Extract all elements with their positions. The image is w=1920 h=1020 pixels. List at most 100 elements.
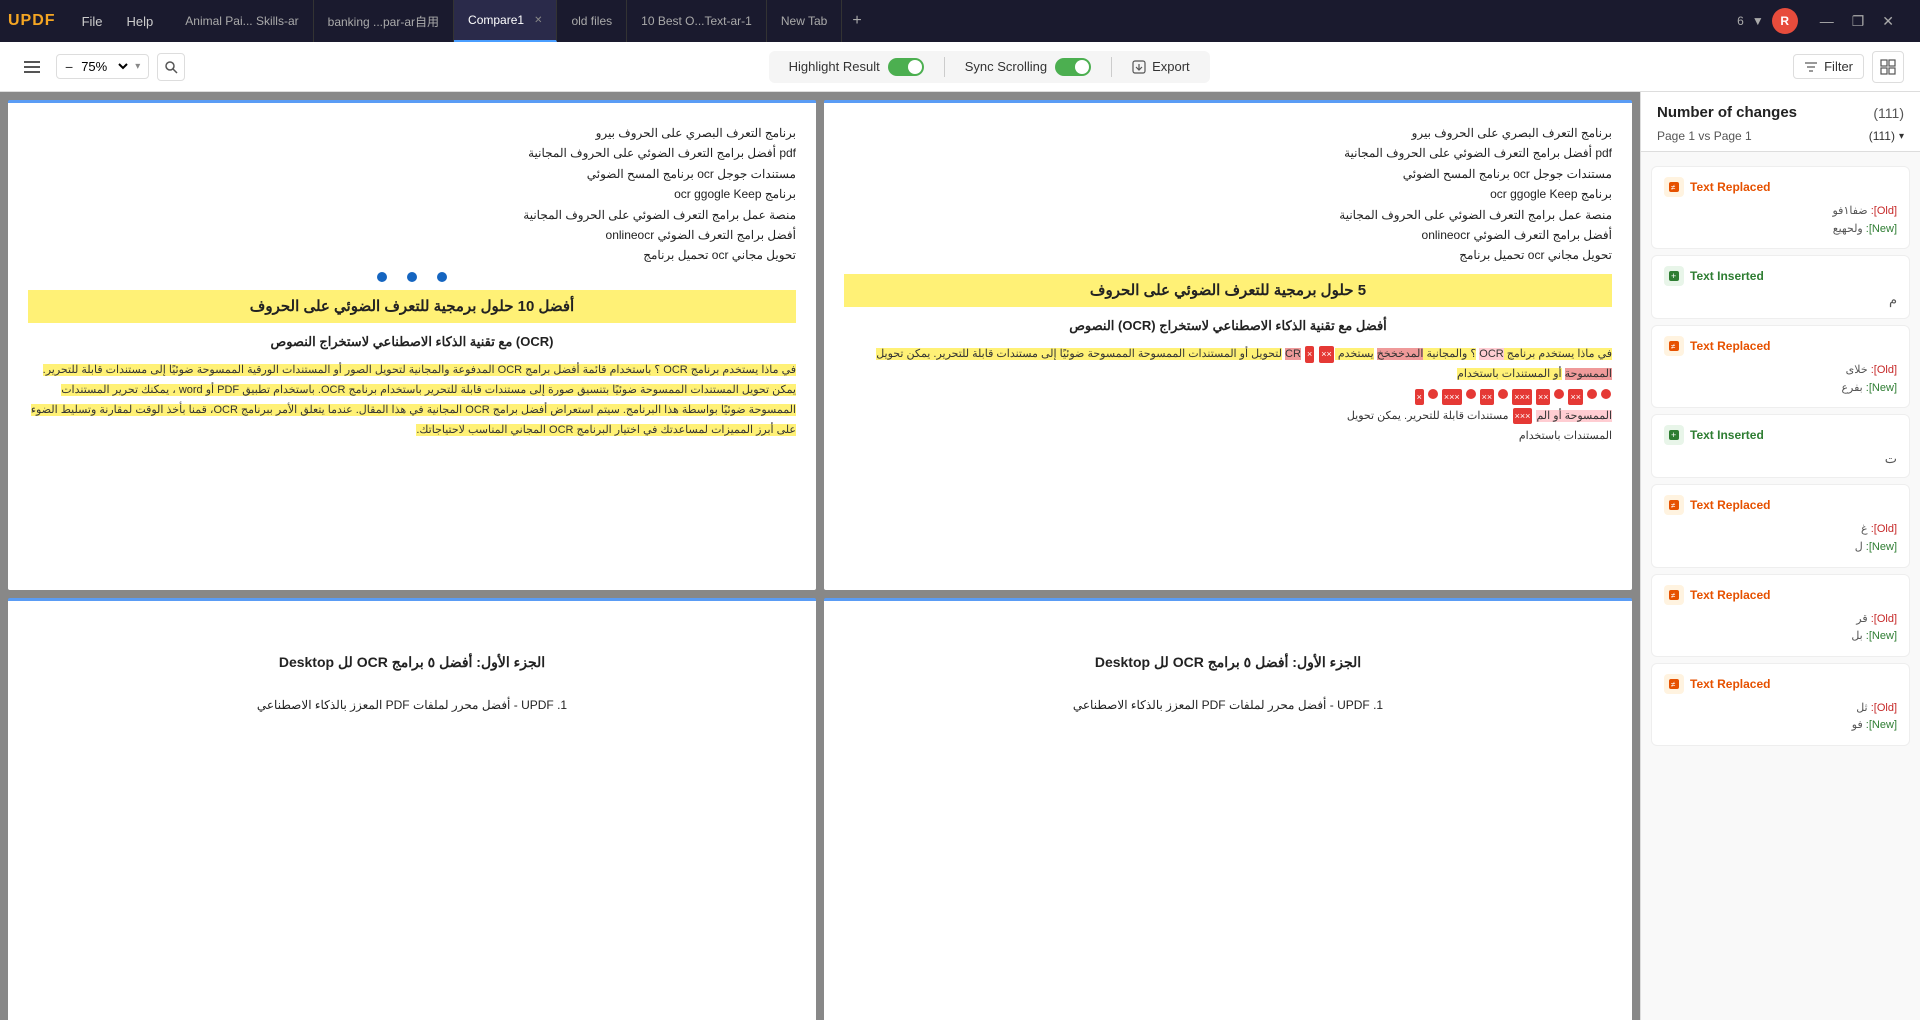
right-body-end: المستندات باستخدام [844,427,1612,447]
highlighted-body-right: في ماذا يستخدم برنامج [1504,348,1612,360]
toolbar-center-inner: Highlight Result Sync Scrolling Export [769,51,1210,83]
left-subheading: (OCR) مع تقنية الذكاء الاصطناعي لاستخراج… [28,331,796,353]
deleted-inline: المدخخخخ [1377,348,1424,360]
app-logo: UPDF [8,12,56,30]
tab-label: New Tab [781,14,827,28]
tab-count: 6 [1737,14,1744,28]
change-detail-3: [Old]: خلاى [New]: بفرع [1664,362,1897,397]
page-text-right: برنامج التعرف البصري على الحروف بيرو pdf… [844,123,1612,447]
menu-help[interactable]: Help [117,10,164,33]
view-toggle-button[interactable] [1872,51,1904,83]
old-text-6: قر [1856,613,1867,625]
marker-dot [1601,389,1611,399]
change-item-6[interactable]: ≠ Text Replaced [Old]: قر [New]: بل [1651,574,1910,657]
left-section-sub: 1. UPDF - أفضل محرر لملفات PDF المعزز با… [28,695,796,715]
main-area: برنامج التعرف البصري على الحروف بيرو pdf… [0,92,1920,1020]
line-item: تحويل مجاني ocr تحميل برنامج [28,245,796,265]
right-lines: برنامج التعرف البصري على الحروف بيرو pdf… [844,123,1612,266]
new-value-6: [New]: [1866,630,1897,642]
inserted-icon-4: + [1664,425,1684,445]
change-item-3[interactable]: ≠ Text Replaced [Old]: خلاى [New]: بفرع [1651,325,1910,408]
search-toolbar-button[interactable] [157,53,185,81]
tab-banking[interactable]: banking ...par-ar自用 [314,0,454,42]
new-value-3: [New]: [1866,382,1897,394]
chevron-down-icon[interactable]: ▾ [1899,131,1904,142]
blue-dots-row [28,272,796,282]
maximize-button[interactable]: ❐ [1846,11,1871,32]
change-type-label-7: Text Replaced [1690,677,1770,691]
tab-old-files[interactable]: old files [557,0,627,42]
toolbar-center: Highlight Result Sync Scrolling Export [197,51,1781,83]
tab-label: old files [571,14,612,28]
right-subheading: أفضل مع تقنية الذكاء الاصطناعي لاستخراج … [844,315,1612,337]
marker-dot [1466,389,1476,399]
right-body-line: الممسوحة أو الم ××× مستندات قابلة للتحري… [1347,410,1612,422]
change-type-row-7: ≠ Text Replaced [1664,674,1897,694]
page-compare-row: Page 1 vs Page 1 (111) ▾ [1657,129,1904,143]
line-item: أفضل برامج التعرف الضوئي onlineocr [844,225,1612,245]
change-item-2[interactable]: + Text Inserted م [1651,255,1910,319]
sync-scrolling-toggle[interactable] [1055,58,1091,76]
tab-label: banking ...par-ar自用 [328,13,439,30]
tab-compare1[interactable]: Compare1 ✕ [454,0,557,42]
change-item-1[interactable]: ≠ Text Replaced [Old]: ضفا١فو [New]: ولح… [1651,166,1910,249]
pdf-area[interactable]: برنامج التعرف البصري على الحروف بيرو pdf… [0,92,1640,1020]
panel-changes[interactable]: ≠ Text Replaced [Old]: ضفا١فو [New]: ولح… [1641,152,1920,1020]
svg-text:≠: ≠ [1671,680,1676,689]
close-icon[interactable]: ✕ [534,15,542,26]
new-value-7: [New]: [1866,719,1897,731]
change-type-label-3: Text Replaced [1690,339,1770,353]
right-panel: Number of changes (111) Page 1 vs Page 1… [1640,92,1920,1020]
xx-marker: ××× [1513,408,1533,424]
change-type-row-2: + Text Inserted [1664,266,1897,286]
left-section-title: الجزء الأول: أفضل ٥ برامج OCR لل Desktop [28,651,796,675]
change-inserted-4: ت [1664,451,1897,467]
tab-10best[interactable]: 10 Best O...Text-ar-1 [627,0,767,42]
toolbar: − 75% 50% 100% 150% ▾ Highlight Result [0,42,1920,92]
change-type-row: ≠ Text Replaced [1664,177,1897,197]
svg-text:+: + [1671,430,1676,440]
change-item-7[interactable]: ≠ Text Replaced [Old]: ثل [New]: فو [1651,663,1910,746]
menu-bar: File Help [72,10,164,33]
filter-button[interactable]: Filter [1793,54,1864,79]
normal-text-5: مستندات قابلة للتحرير. يمكن تحويل [1347,410,1509,422]
xx-marker-2: × [1305,346,1314,362]
line-item: pdf أفضل برامج التعرف الضوئي على الحروف … [28,143,796,163]
toolbar-right: Filter [1793,51,1904,83]
marker-dot [1554,389,1564,399]
titlebar: UPDF File Help Animal Pai... Skills-ar b… [0,0,1920,42]
xx-marker: ×× [1568,389,1583,405]
xx-marker: ××× [1442,389,1462,405]
left-page2-content: الجزء الأول: أفضل ٥ برامج OCR لل Desktop… [28,651,796,715]
tab-new-tab[interactable]: New Tab [767,0,842,42]
menu-file[interactable]: File [72,10,113,33]
xx-marker: ××× [1512,389,1532,405]
pdf-row-1: برنامج التعرف البصري على الحروف بيرو pdf… [8,100,1632,590]
tab-dropdown-icon[interactable]: ▼ [1752,14,1764,28]
pdf-page-left-2: الجزء الأول: أفضل ٥ برامج OCR لل Desktop… [8,598,816,1020]
minimize-button[interactable]: — [1814,11,1840,32]
change-item-5[interactable]: ≠ Text Replaced [Old]: غ [New]: ل [1651,484,1910,567]
blue-dot [407,272,417,282]
tab-label: Compare1 [468,13,524,27]
divider-1 [944,57,945,77]
old-value-7: [Old]: [1871,702,1897,714]
layers-button[interactable] [16,51,48,83]
xx-marker: ×× [1480,389,1495,405]
new-tab-button[interactable]: + [842,12,871,30]
toolbar-left: − 75% 50% 100% 150% ▾ [16,51,185,83]
page-text-left: برنامج التعرف البصري على الحروف بيرو pdf… [28,123,796,441]
highlight-result-toggle[interactable] [888,58,924,76]
old-value-5: [Old]: [1871,523,1897,535]
user-avatar[interactable]: R [1772,8,1798,34]
sync-scrolling-label: Sync Scrolling [965,59,1047,74]
zoom-out-icon[interactable]: − [65,59,73,75]
zoom-control[interactable]: − 75% 50% 100% 150% ▾ [56,54,149,79]
tab-animal-pai[interactable]: Animal Pai... Skills-ar [171,0,313,42]
close-button[interactable]: ✕ [1876,11,1900,32]
tabs-right: 6 ▼ R — ❐ ✕ [1737,8,1912,34]
line-item: pdf أفضل برامج التعرف الضوئي على الحروف … [844,143,1612,163]
export-button[interactable]: Export [1132,59,1190,74]
change-item-4[interactable]: + Text Inserted ت [1651,414,1910,478]
zoom-select[interactable]: 75% 50% 100% 150% [77,58,131,75]
